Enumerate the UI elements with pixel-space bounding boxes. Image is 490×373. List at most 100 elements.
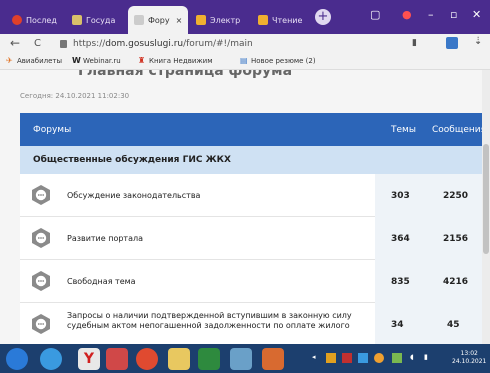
folder-icon[interactable] <box>168 348 190 370</box>
media-icon[interactable] <box>262 348 284 370</box>
topics-count: 303 <box>391 191 410 201</box>
tab-favicon-icon <box>196 15 206 25</box>
bookmark-label: Webinar.ru <box>83 57 121 65</box>
tray-arrow-icon[interactable]: ◂ <box>312 353 316 361</box>
forum-table: Форумы Темы Сообщения Общественные обсуж… <box>20 113 482 344</box>
system-clock[interactable]: 13:02 24.10.2021 <box>452 350 486 366</box>
back-button[interactable]: ← <box>10 36 20 50</box>
clock-time: 13:02 <box>460 350 478 357</box>
start-button[interactable] <box>6 348 28 370</box>
tab-close-icon[interactable]: × <box>176 16 183 25</box>
bookmarks-bar: ✈ Авиабилеты W Webinar.ru ♜ Книга Недвиж… <box>0 54 490 70</box>
tab-favicon-icon <box>72 15 82 25</box>
tab-label: Фору <box>148 15 170 25</box>
count-cell: 835 4216 <box>375 260 482 303</box>
tray-antivirus-icon[interactable] <box>342 353 352 363</box>
extension-icon[interactable] <box>446 37 458 49</box>
messages-count: 2156 <box>443 234 469 244</box>
forum-link[interactable]: Свободная тема <box>67 277 367 287</box>
close-window-button[interactable]: ✕ <box>472 8 481 21</box>
bookmark-resume[interactable]: ▤ Новое резюме (2) <box>240 56 316 66</box>
minimize-button[interactable]: – <box>428 8 434 21</box>
mail-icon[interactable] <box>106 348 128 370</box>
bookmark-label: Авиабилеты <box>17 57 63 65</box>
messages-count: 4216 <box>443 277 469 287</box>
topic-cell: Развитие портала <box>20 217 375 260</box>
orb-icon[interactable] <box>40 348 62 370</box>
windows-taskbar: Y ◂ ◖ ▮ 13:02 24.10.2021 <box>0 344 490 373</box>
forum-link[interactable]: Запросы о наличии подтвержденной вступив… <box>67 311 367 331</box>
tab-4[interactable]: Чтение <box>252 6 310 34</box>
address-bar: ← C https:// dom.gosuslugi.ru /forum/#!/… <box>0 34 490 54</box>
tab-2-active[interactable]: Фору × <box>128 6 188 34</box>
count-cell: 364 2156 <box>375 217 482 260</box>
maximize-button[interactable]: ▫ <box>450 8 457 21</box>
window-icon[interactable]: ▢ <box>370 8 380 21</box>
tab-favicon-icon <box>258 15 268 25</box>
tab-1[interactable]: Госуда <box>66 6 126 34</box>
topic-cell: Запросы о наличии подтвержденной вступив… <box>20 303 375 344</box>
forum-page: Главная страница форума Сегодня: 24.10.2… <box>0 70 482 344</box>
tray-network-icon[interactable] <box>358 353 368 363</box>
forum-hexagon-icon <box>32 271 50 291</box>
download-icon[interactable]: ⇣ <box>474 36 482 47</box>
table-row[interactable]: Развитие портала 364 2156 <box>20 217 482 260</box>
url-host: dom.gosuslugi.ru <box>105 39 184 49</box>
messages-count: 45 <box>447 320 460 330</box>
excel-icon[interactable] <box>198 348 220 370</box>
clock-date: 24.10.2021 <box>452 358 487 365</box>
header-topics: Темы <box>391 125 416 135</box>
bookmark-webinar[interactable]: W Webinar.ru <box>72 56 121 66</box>
bookmark-manager-icon[interactable]: ▮ <box>412 38 417 48</box>
tab-label: Послед <box>26 15 57 25</box>
section-title: Общественные обсуждения ГИС ЖКХ <box>20 146 482 174</box>
book-icon: ♜ <box>138 56 146 65</box>
bookmark-flights[interactable]: ✈ Авиабилеты <box>6 57 63 66</box>
header-messages: Сообщения <box>432 125 482 135</box>
scrollbar-thumb[interactable] <box>483 144 489 254</box>
topics-count: 34 <box>391 320 404 330</box>
calculator-icon[interactable] <box>230 348 252 370</box>
count-cell: 303 2250 <box>375 174 482 217</box>
forum-hexagon-icon <box>32 228 50 248</box>
tray-wifi-icon[interactable] <box>392 353 402 363</box>
lock-icon <box>60 40 67 48</box>
battery-icon[interactable]: ▮ <box>424 353 428 361</box>
topic-cell: Обсуждение законодательства <box>20 174 375 217</box>
url-prefix: https:// <box>73 39 106 49</box>
url-field[interactable]: https:// dom.gosuslugi.ru /forum/#!/main <box>60 36 400 52</box>
header-forums: Форумы <box>33 125 72 135</box>
messages-count: 2250 <box>443 191 469 201</box>
table-row[interactable]: Свободная тема 835 4216 <box>20 260 482 303</box>
tab-label: Чтение <box>272 15 303 25</box>
reload-button[interactable]: C <box>34 38 41 49</box>
tray-update-icon[interactable] <box>374 353 384 363</box>
forum-hexagon-icon <box>32 314 50 334</box>
tab-3[interactable]: Электр <box>190 6 250 34</box>
chrome-icon[interactable] <box>136 348 158 370</box>
new-tab-button[interactable]: + <box>315 9 331 25</box>
table-row[interactable]: Обсуждение законодательства 303 2250 <box>20 174 482 217</box>
tray-app-icon[interactable] <box>326 353 336 363</box>
url-path: /forum/#!/main <box>183 39 253 49</box>
webinar-icon: W <box>72 56 81 65</box>
pin-icon[interactable]: ● <box>402 8 412 21</box>
page-title: Главная страница форума <box>78 70 293 79</box>
count-cell: 34 45 <box>375 303 482 344</box>
tab-0[interactable]: Послед <box>6 6 64 34</box>
browser-tab-strip: Послед Госуда Фору × Электр Чтение + ▢ ●… <box>0 0 490 34</box>
tab-label: Госуда <box>86 15 116 25</box>
bookmark-book[interactable]: ♜ Книга Недвижим <box>138 56 213 66</box>
tab-favicon-icon <box>12 15 22 25</box>
forum-link[interactable]: Развитие портала <box>67 234 367 244</box>
bookmark-label: Книга Недвижим <box>149 57 213 65</box>
forum-link[interactable]: Обсуждение законодательства <box>67 191 367 201</box>
tab-label: Электр <box>210 15 241 25</box>
topics-count: 835 <box>391 277 410 287</box>
topic-cell: Свободная тема <box>20 260 375 303</box>
table-row[interactable]: Запросы о наличии подтвержденной вступив… <box>20 303 482 344</box>
tab-favicon-icon <box>134 15 144 25</box>
yandex-browser-icon[interactable]: Y <box>78 348 100 370</box>
volume-icon[interactable]: ◖ <box>410 353 414 361</box>
document-icon: ▤ <box>240 56 248 65</box>
